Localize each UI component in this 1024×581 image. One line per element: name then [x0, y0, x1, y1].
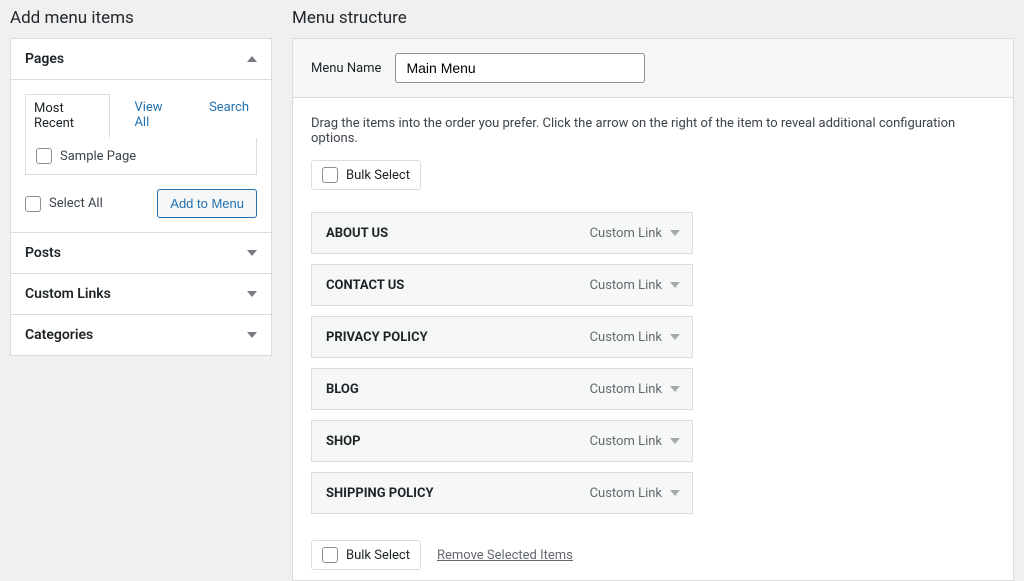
bulk-select-top-checkbox[interactable]: [322, 167, 338, 183]
tab-search[interactable]: Search: [201, 94, 257, 138]
bulk-select-top-label: Bulk Select: [346, 168, 410, 183]
menu-item-title: BLOG: [326, 382, 359, 397]
menu-item-type: Custom Link: [590, 434, 662, 449]
bulk-select-bottom-checkbox[interactable]: [322, 547, 338, 563]
bulk-select-top[interactable]: Bulk Select: [311, 160, 421, 190]
menu-structure-heading: Menu structure: [292, 0, 1014, 38]
menu-item-title: ABOUT US: [326, 226, 388, 241]
chevron-down-icon: [247, 332, 257, 338]
menu-item-type: Custom Link: [590, 278, 662, 293]
menu-item-title: SHIPPING POLICY: [326, 486, 434, 501]
chevron-down-icon[interactable]: [670, 230, 680, 236]
chevron-down-icon[interactable]: [670, 490, 680, 496]
menu-item[interactable]: SHIPPING POLICY Custom Link: [311, 472, 693, 514]
tab-view-all[interactable]: View All: [126, 94, 185, 138]
menu-item-type: Custom Link: [590, 382, 662, 397]
accordion-title-pages: Pages: [25, 51, 64, 67]
accordion-header-categories[interactable]: Categories: [11, 315, 271, 355]
select-all-label: Select All: [49, 196, 103, 211]
menu-name-label: Menu Name: [311, 61, 381, 76]
chevron-down-icon[interactable]: [670, 386, 680, 392]
menu-item-title: SHOP: [326, 434, 361, 449]
accordion-header-custom-links[interactable]: Custom Links: [11, 274, 271, 314]
menu-name-input[interactable]: [395, 53, 645, 83]
select-all-checkbox[interactable]: [25, 196, 41, 212]
accordion-title-posts: Posts: [25, 245, 61, 261]
menu-item-title: PRIVACY POLICY: [326, 330, 428, 345]
menu-item[interactable]: SHOP Custom Link: [311, 420, 693, 462]
menu-item-title: CONTACT US: [326, 278, 404, 293]
accordion-title-custom-links: Custom Links: [25, 286, 111, 302]
chevron-down-icon[interactable]: [670, 334, 680, 340]
remove-selected-items-link[interactable]: Remove Selected Items: [437, 548, 573, 563]
chevron-down-icon: [247, 291, 257, 297]
add-menu-items-heading: Add menu items: [10, 0, 272, 38]
menu-item-type: Custom Link: [590, 486, 662, 501]
chevron-down-icon[interactable]: [670, 282, 680, 288]
menu-item[interactable]: CONTACT US Custom Link: [311, 264, 693, 306]
chevron-down-icon: [247, 250, 257, 256]
bulk-select-bottom[interactable]: Bulk Select: [311, 540, 421, 570]
page-checkbox-sample-page[interactable]: [36, 148, 52, 164]
accordion-header-pages[interactable]: Pages: [11, 39, 271, 80]
menu-item-type: Custom Link: [590, 330, 662, 345]
add-items-accordion: Pages Most Recent View All Search Sample…: [10, 38, 272, 356]
chevron-up-icon: [247, 56, 257, 62]
tab-most-recent[interactable]: Most Recent: [25, 94, 110, 138]
accordion-title-categories: Categories: [25, 327, 93, 343]
instructions-text: Drag the items into the order you prefer…: [311, 116, 995, 146]
page-label-sample-page: Sample Page: [60, 149, 136, 164]
menu-item[interactable]: ABOUT US Custom Link: [311, 212, 693, 254]
menu-items-list: ABOUT US Custom Link CONTACT US Custom Link…: [311, 212, 995, 514]
add-to-menu-button[interactable]: Add to Menu: [157, 189, 257, 218]
menu-item-type: Custom Link: [590, 226, 662, 241]
accordion-header-posts[interactable]: Posts: [11, 233, 271, 273]
menu-item[interactable]: BLOG Custom Link: [311, 368, 693, 410]
chevron-down-icon[interactable]: [670, 438, 680, 444]
menu-item[interactable]: PRIVACY POLICY Custom Link: [311, 316, 693, 358]
bulk-select-bottom-label: Bulk Select: [346, 548, 410, 563]
